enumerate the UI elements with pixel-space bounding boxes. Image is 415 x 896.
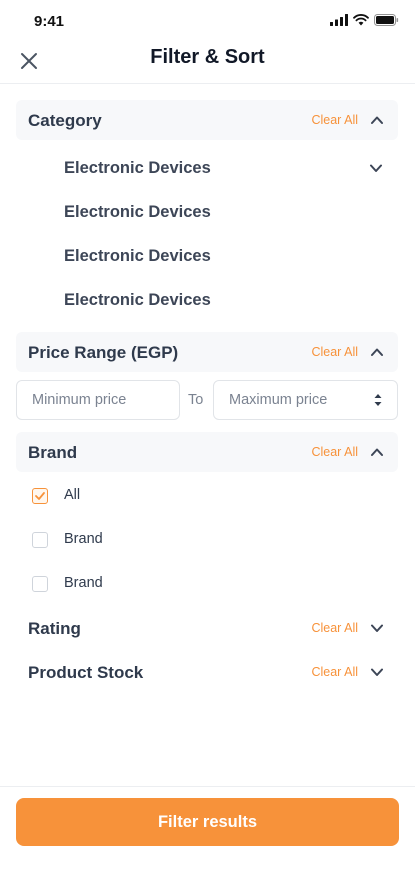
category-item[interactable]: Electronic Devices [64, 159, 211, 178]
chevron-up-icon[interactable] [370, 345, 384, 359]
minimum-price-input[interactable] [16, 380, 180, 420]
rating-title: Rating [28, 619, 81, 638]
brand-option-label: All [64, 487, 81, 503]
checkbox[interactable] [32, 576, 48, 592]
stock-title: Product Stock [28, 663, 144, 682]
price-title: Price Range (EGP) [28, 343, 179, 362]
brand-option-label: Brand [64, 531, 103, 547]
price-section-header[interactable]: Price Range (EGP) Clear All [16, 332, 398, 372]
brand-clear-all-button[interactable]: Clear All [311, 445, 358, 459]
rating-clear-all-button[interactable]: Clear All [311, 621, 358, 635]
category-clear-all-button[interactable]: Clear All [311, 113, 358, 127]
stock-clear-all-button[interactable]: Clear All [311, 665, 358, 679]
brand-option-label: Brand [64, 575, 103, 591]
footer-divider [0, 786, 415, 787]
stock-section-header[interactable]: Product Stock Clear All [16, 652, 398, 692]
battery-icon [374, 14, 399, 26]
stepper-arrows-icon[interactable] [373, 392, 383, 408]
brand-option[interactable]: Brand [32, 531, 103, 548]
category-item[interactable]: Electronic Devices [64, 203, 211, 222]
category-title: Category [28, 111, 102, 130]
status-bar: 9:41 [0, 0, 415, 40]
status-time: 9:41 [34, 13, 65, 30]
brand-section-header[interactable]: Brand Clear All [16, 432, 398, 472]
category-section-header[interactable]: Category Clear All [16, 100, 398, 140]
chevron-down-icon[interactable] [370, 665, 384, 679]
category-item[interactable]: Electronic Devices [64, 291, 211, 310]
filter-results-button[interactable]: Filter results [16, 798, 399, 846]
signal-icon [330, 14, 348, 26]
rating-section-header[interactable]: Rating Clear All [16, 608, 398, 648]
wifi-icon [353, 14, 369, 26]
chevron-up-icon[interactable] [370, 445, 384, 459]
status-icons [330, 14, 399, 26]
price-clear-all-button[interactable]: Clear All [311, 345, 358, 359]
chevron-down-icon[interactable] [369, 161, 383, 175]
brand-option-all[interactable]: All [32, 487, 80, 504]
chevron-up-icon[interactable] [370, 113, 384, 127]
chevron-down-icon[interactable] [370, 621, 384, 635]
header: Filter & Sort [0, 36, 415, 84]
to-label: To [188, 392, 204, 408]
checkbox-checked[interactable] [32, 488, 48, 504]
brand-title: Brand [28, 443, 78, 462]
page-title: Filter & Sort [150, 46, 265, 68]
check-icon [35, 492, 45, 500]
checkbox[interactable] [32, 532, 48, 548]
brand-option[interactable]: Brand [32, 575, 103, 592]
category-item[interactable]: Electronic Devices [64, 247, 211, 266]
maximum-price-input[interactable] [213, 380, 398, 420]
